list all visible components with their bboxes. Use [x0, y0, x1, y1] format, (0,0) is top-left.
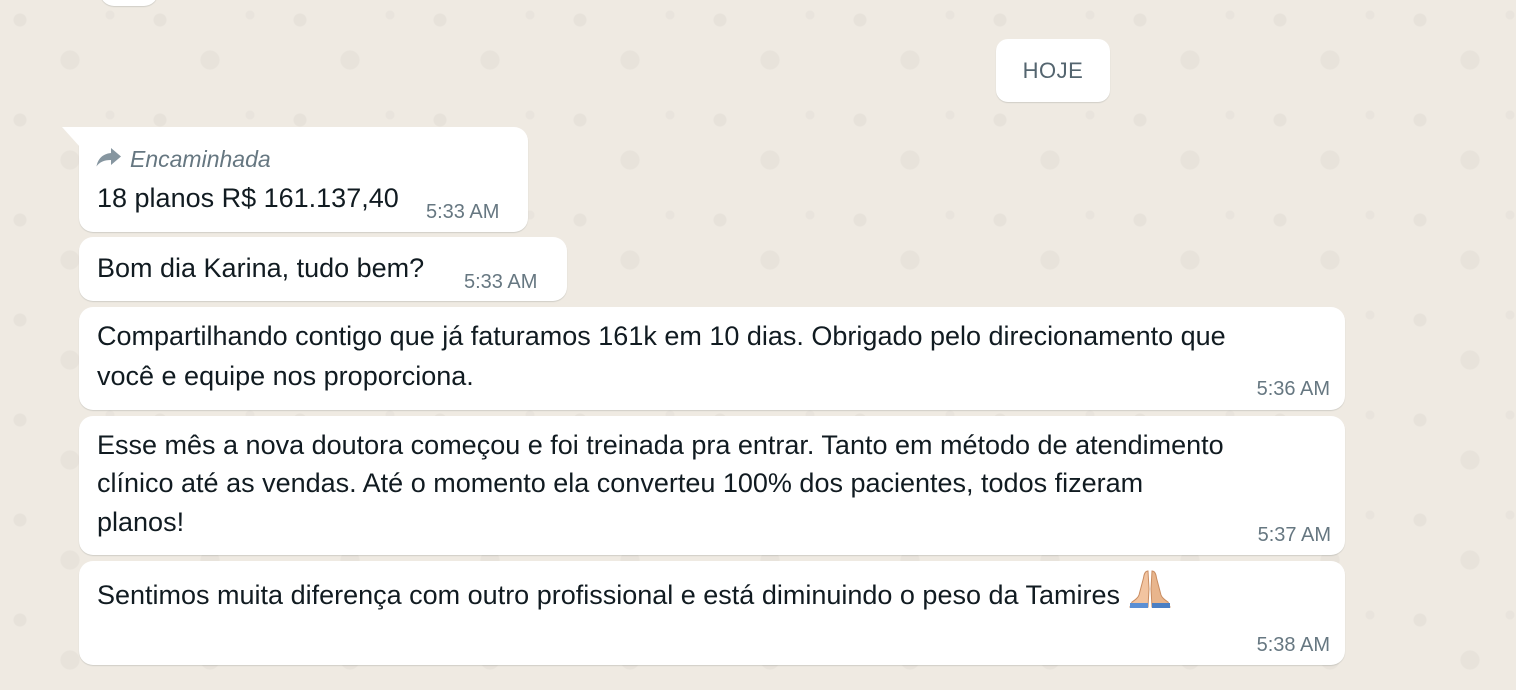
message-time: 5:36 AM: [1256, 378, 1330, 400]
message-text-line: clínico até as vendas. Até o momento ela…: [97, 468, 1144, 498]
folded-hands-icon: [1128, 569, 1172, 619]
date-divider: HOJE: [996, 39, 1110, 102]
message-text-row: Sentimos muita diferença com outro profi…: [97, 569, 1172, 622]
message-text-line: Esse mês a nova doutora começou e foi tr…: [97, 430, 1224, 460]
message-time: 5:37 AM: [1257, 524, 1331, 546]
forward-icon: [96, 140, 130, 178]
message-text: 18 planos R$ 161.137,40: [97, 183, 399, 213]
message-text-line: você e equipe nos proporciona.: [97, 361, 474, 391]
message-bubble[interactable]: Encaminhada 18 planos R$ 161.137,40 5:33…: [62, 127, 528, 232]
forwarded-label: Encaminhada: [130, 146, 271, 172]
message-text-line: planos!: [97, 507, 185, 537]
message-bubble[interactable]: Compartilhando contigo que já faturamos …: [79, 307, 1345, 410]
bubble-tail: [62, 127, 80, 147]
message-bubble[interactable]: Sentimos muita diferença com outro profi…: [79, 561, 1345, 665]
message-bubble[interactable]: Bom dia Karina, tudo bem? 5:33 AM: [79, 237, 567, 301]
forwarded-indicator: Encaminhada: [96, 140, 271, 178]
message-text-line: Compartilhando contigo que já faturamos …: [97, 321, 1226, 351]
message-text: Bom dia Karina, tudo bem?: [97, 253, 425, 283]
message-bubble[interactable]: Esse mês a nova doutora começou e foi tr…: [79, 416, 1345, 555]
message-time: 5:33 AM: [464, 271, 538, 293]
message-time: 5:38 AM: [1256, 634, 1330, 656]
message-text: Sentimos muita diferença com outro profi…: [97, 580, 1121, 611]
message-time: 5:33 AM: [426, 201, 500, 223]
date-divider-label: HOJE: [1022, 57, 1084, 83]
